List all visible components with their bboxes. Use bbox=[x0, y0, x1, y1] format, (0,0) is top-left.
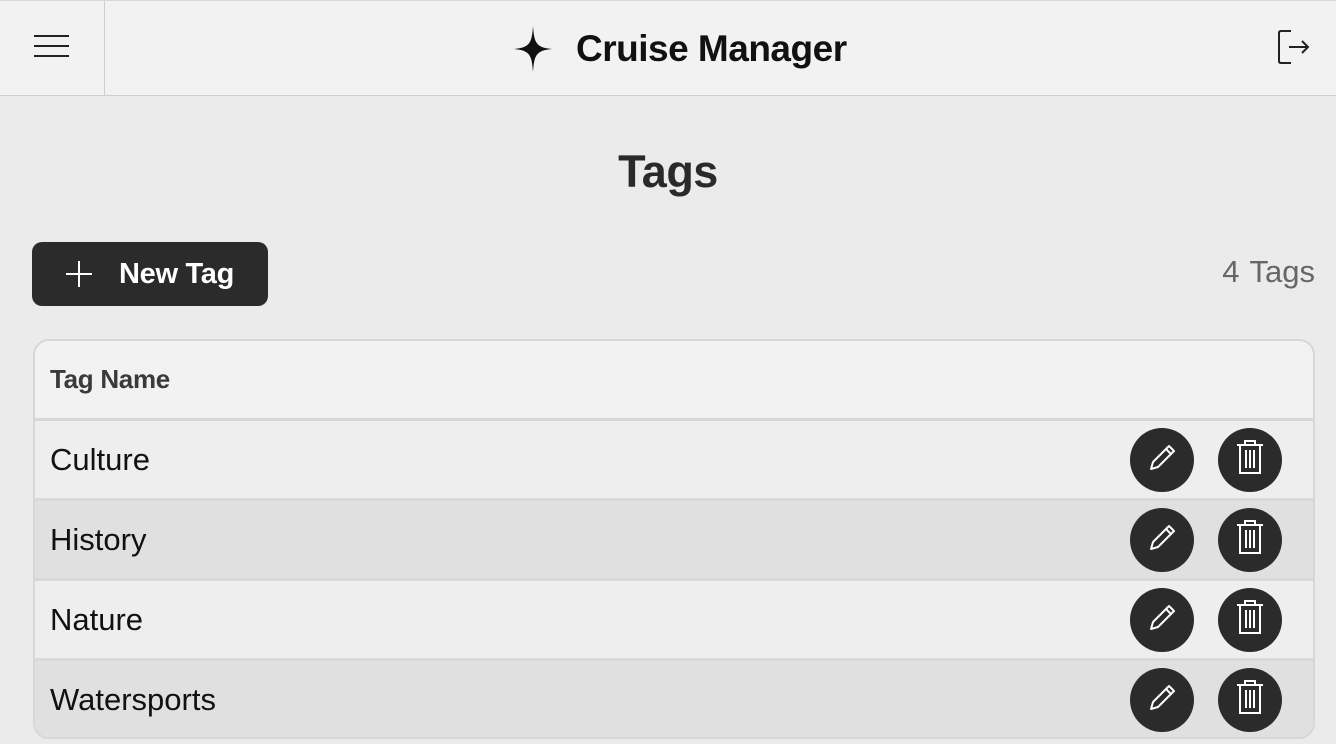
tag-count-number: 4 bbox=[1222, 254, 1240, 289]
new-tag-button[interactable]: New Tag bbox=[32, 242, 268, 306]
new-tag-label: New Tag bbox=[119, 257, 234, 290]
tag-name: Watersports bbox=[50, 681, 216, 717]
delete-button[interactable] bbox=[1218, 587, 1282, 652]
row-actions bbox=[1130, 667, 1282, 732]
delete-button[interactable] bbox=[1218, 507, 1282, 572]
plus-icon bbox=[65, 260, 93, 288]
table-row: Nature bbox=[35, 581, 1313, 661]
table-row: History bbox=[35, 501, 1313, 581]
tag-name: Culture bbox=[50, 441, 150, 477]
logout-button[interactable] bbox=[1274, 29, 1314, 69]
sparkle-star-icon bbox=[512, 24, 554, 74]
tag-count-label: Tags bbox=[1249, 254, 1315, 289]
top-bar: Cruise Manager bbox=[0, 0, 1336, 96]
tag-name: History bbox=[50, 521, 147, 557]
edit-button[interactable] bbox=[1130, 667, 1194, 732]
brand[interactable]: Cruise Manager bbox=[512, 23, 847, 75]
pencil-icon bbox=[1145, 441, 1179, 478]
row-actions bbox=[1130, 427, 1282, 492]
tag-name: Nature bbox=[50, 601, 144, 637]
row-actions bbox=[1130, 587, 1282, 652]
tag-count: 4 Tags bbox=[1222, 254, 1315, 290]
column-header-tag-name[interactable]: Tag Name bbox=[50, 364, 170, 395]
edit-button[interactable] bbox=[1130, 427, 1194, 492]
delete-button[interactable] bbox=[1218, 427, 1282, 492]
row-actions bbox=[1130, 507, 1282, 572]
trash-icon bbox=[1235, 680, 1265, 719]
delete-button[interactable] bbox=[1218, 667, 1282, 732]
hamburger-menu-icon bbox=[34, 34, 70, 63]
tags-table: Tag Name Culture History Nature Waterspo… bbox=[33, 339, 1315, 739]
page-title: Tags bbox=[618, 146, 718, 197]
trash-icon bbox=[1235, 440, 1265, 479]
trash-icon bbox=[1235, 520, 1265, 559]
table-row: Culture bbox=[35, 421, 1313, 501]
edit-button[interactable] bbox=[1130, 587, 1194, 652]
pencil-icon bbox=[1145, 601, 1179, 638]
pencil-icon bbox=[1145, 521, 1179, 558]
pencil-icon bbox=[1145, 681, 1179, 718]
edit-button[interactable] bbox=[1130, 507, 1194, 572]
app-title: Cruise Manager bbox=[576, 28, 847, 69]
logout-icon bbox=[1277, 29, 1311, 70]
menu-button[interactable] bbox=[0, 1, 105, 96]
table-row: Watersports bbox=[35, 661, 1313, 737]
table-header: Tag Name bbox=[35, 341, 1313, 421]
trash-icon bbox=[1235, 600, 1265, 639]
